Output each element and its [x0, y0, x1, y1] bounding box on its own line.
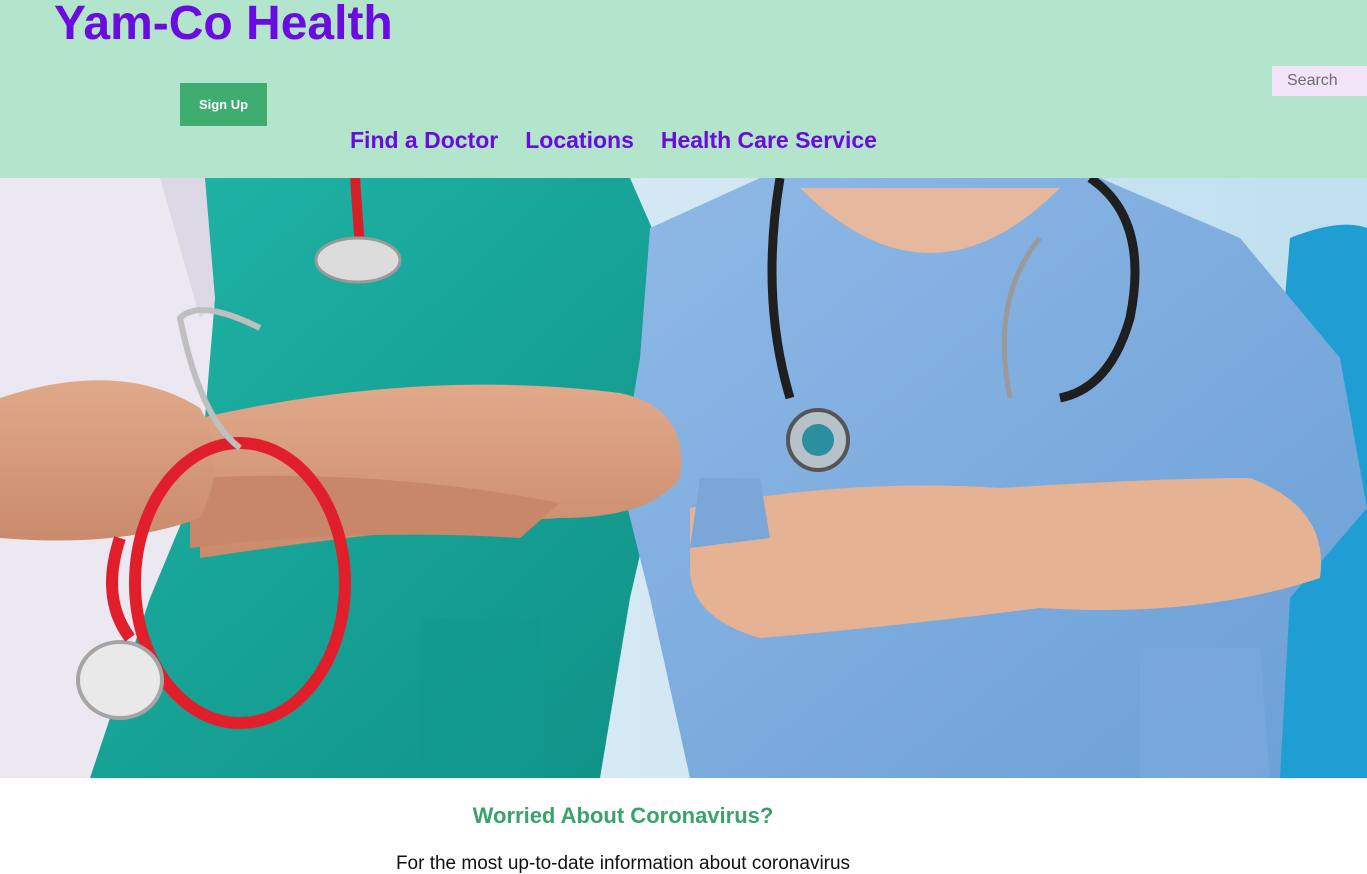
promo-text: For the most up-to-date information abou…	[395, 853, 851, 874]
promo-title: Worried About Coronavirus?	[472, 803, 774, 828]
hero-image	[0, 178, 1367, 778]
hero-illustration	[0, 178, 1367, 778]
site-header: Yam-Co Health Sign Up Find a Doctor Loca…	[0, 0, 1367, 178]
search-input[interactable]	[1272, 66, 1367, 96]
nav-health-care-service[interactable]: Health Care Service	[661, 124, 877, 156]
sign-up-button[interactable]: Sign Up	[180, 83, 267, 126]
main-nav: Find a Doctor Locations Health Care Serv…	[350, 124, 877, 156]
brand-logo[interactable]: Yam-Co Health	[54, 0, 393, 52]
nav-find-a-doctor[interactable]: Find a Doctor	[350, 124, 498, 156]
nav-locations[interactable]: Locations	[525, 124, 634, 156]
